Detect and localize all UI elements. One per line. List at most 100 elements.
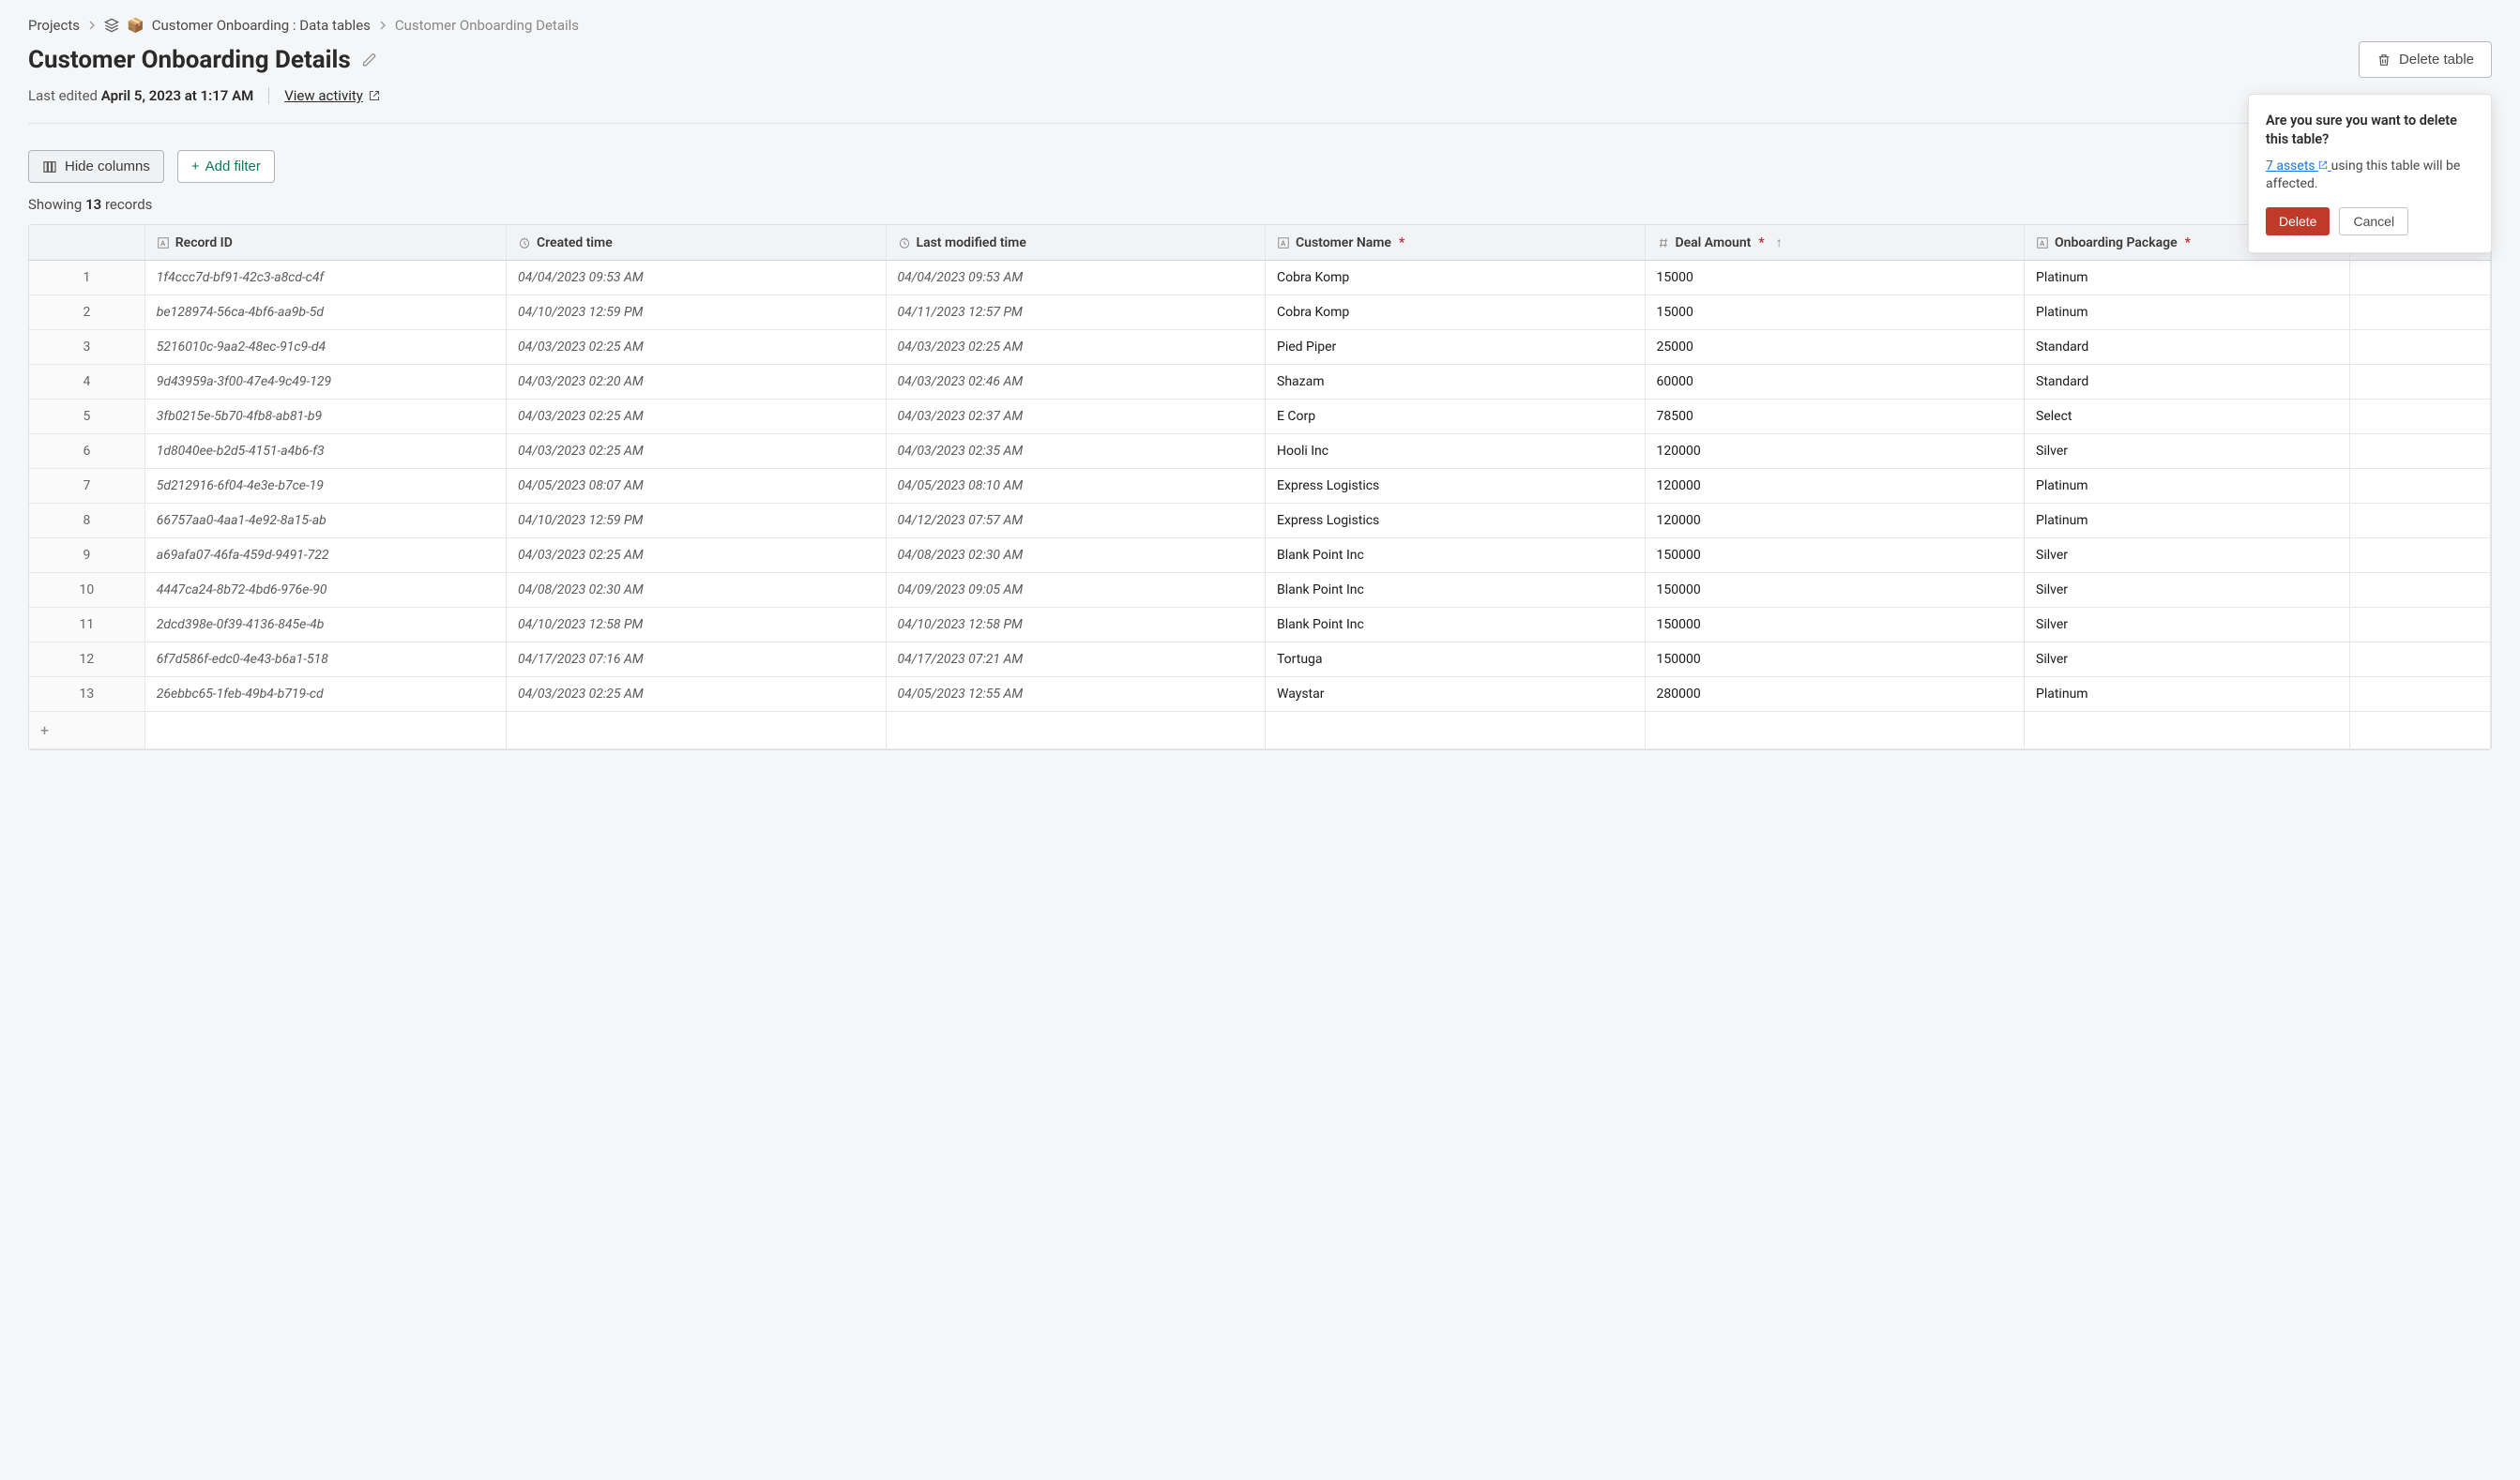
column-header-amount[interactable]: Deal Amount* ↑ (1645, 225, 2025, 261)
cell-customer[interactable]: Blank Point Inc (1266, 538, 1646, 573)
cell-created[interactable]: 04/03/2023 02:25 AM (507, 538, 887, 573)
cell-created[interactable]: 04/08/2023 02:30 AM (507, 573, 887, 608)
cell-customer[interactable]: Blank Point Inc (1266, 608, 1646, 642)
cell-created[interactable]: 04/03/2023 02:25 AM (507, 677, 887, 712)
cell-created[interactable]: 04/10/2023 12:59 PM (507, 504, 887, 538)
cell-record-id[interactable]: 5216010c-9aa2-48ec-91c9-d4 (144, 330, 506, 365)
cell-amount[interactable]: 120000 (1645, 504, 2025, 538)
cell-amount[interactable]: 150000 (1645, 608, 2025, 642)
cell-customer[interactable]: Cobra Komp (1266, 261, 1646, 295)
cell-amount[interactable]: 120000 (1645, 469, 2025, 504)
confirm-delete-button[interactable]: Delete (2266, 207, 2330, 235)
cell-customer[interactable]: Cobra Komp (1266, 295, 1646, 330)
cell-package[interactable]: Silver (2025, 573, 2350, 608)
cell-package[interactable]: Standard (2025, 365, 2350, 400)
cell-record-id[interactable]: 2dcd398e-0f39-4136-845e-4b (144, 608, 506, 642)
cell-customer[interactable]: Express Logistics (1266, 469, 1646, 504)
edit-icon[interactable] (362, 53, 377, 68)
table-row[interactable]: 53fb0215e-5b70-4fb8-ab81-b904/03/2023 02… (29, 400, 2491, 434)
hide-columns-button[interactable]: Hide columns (28, 150, 164, 183)
cell-package[interactable]: Silver (2025, 538, 2350, 573)
breadcrumb-projects[interactable]: Projects (28, 17, 80, 34)
cell-amount[interactable]: 15000 (1645, 295, 2025, 330)
column-header-customer[interactable]: A Customer Name* (1266, 225, 1646, 261)
column-header-record-id[interactable]: A Record ID (144, 225, 506, 261)
table-row[interactable]: 126f7d586f-edc0-4e43-b6a1-51804/17/2023 … (29, 642, 2491, 677)
table-row[interactable]: 112dcd398e-0f39-4136-845e-4b04/10/2023 1… (29, 608, 2491, 642)
cell-created[interactable]: 04/03/2023 02:25 AM (507, 400, 887, 434)
cell-package[interactable]: Silver (2025, 434, 2350, 469)
cell-modified[interactable]: 04/03/2023 02:35 AM (886, 434, 1266, 469)
cell-package[interactable]: Platinum (2025, 261, 2350, 295)
cell-record-id[interactable]: 5d212916-6f04-4e3e-b7ce-19 (144, 469, 506, 504)
table-row[interactable]: 1326ebbc65-1feb-49b4-b719-cd04/03/2023 0… (29, 677, 2491, 712)
cell-modified[interactable]: 04/03/2023 02:37 AM (886, 400, 1266, 434)
cell-modified[interactable]: 04/05/2023 12:55 AM (886, 677, 1266, 712)
cell-customer[interactable]: Express Logistics (1266, 504, 1646, 538)
table-row[interactable]: 2be128974-56ca-4bf6-aa9b-5d04/10/2023 12… (29, 295, 2491, 330)
cell-package[interactable]: Platinum (2025, 504, 2350, 538)
cancel-delete-button[interactable]: Cancel (2339, 207, 2408, 235)
table-row[interactable]: 49d43959a-3f00-47e4-9c49-12904/03/2023 0… (29, 365, 2491, 400)
cell-created[interactable]: 04/17/2023 07:16 AM (507, 642, 887, 677)
cell-modified[interactable]: 04/03/2023 02:46 AM (886, 365, 1266, 400)
table-row[interactable]: 9a69afa07-46fa-459d-9491-72204/03/2023 0… (29, 538, 2491, 573)
cell-customer[interactable]: Waystar (1266, 677, 1646, 712)
cell-customer[interactable]: Pied Piper (1266, 330, 1646, 365)
cell-created[interactable]: 04/03/2023 02:25 AM (507, 330, 887, 365)
cell-modified[interactable]: 04/05/2023 08:10 AM (886, 469, 1266, 504)
cell-record-id[interactable]: be128974-56ca-4bf6-aa9b-5d (144, 295, 506, 330)
view-activity-link[interactable]: View activity (284, 87, 380, 104)
cell-amount[interactable]: 150000 (1645, 573, 2025, 608)
cell-created[interactable]: 04/04/2023 09:53 AM (507, 261, 887, 295)
cell-created[interactable]: 04/03/2023 02:25 AM (507, 434, 887, 469)
affected-assets-link[interactable]: 7 assets (2266, 159, 2331, 174)
add-row[interactable]: + (29, 712, 2491, 749)
cell-modified[interactable]: 04/09/2023 09:05 AM (886, 573, 1266, 608)
cell-package[interactable]: Silver (2025, 642, 2350, 677)
table-row[interactable]: 75d212916-6f04-4e3e-b7ce-1904/05/2023 08… (29, 469, 2491, 504)
cell-amount[interactable]: 150000 (1645, 538, 2025, 573)
cell-amount[interactable]: 150000 (1645, 642, 2025, 677)
column-header-modified[interactable]: Last modified time (886, 225, 1266, 261)
cell-modified[interactable]: 04/12/2023 07:57 AM (886, 504, 1266, 538)
cell-amount[interactable]: 25000 (1645, 330, 2025, 365)
cell-record-id[interactable]: 26ebbc65-1feb-49b4-b719-cd (144, 677, 506, 712)
cell-package[interactable]: Silver (2025, 608, 2350, 642)
cell-modified[interactable]: 04/04/2023 09:53 AM (886, 261, 1266, 295)
cell-created[interactable]: 04/05/2023 08:07 AM (507, 469, 887, 504)
cell-customer[interactable]: Blank Point Inc (1266, 573, 1646, 608)
cell-amount[interactable]: 15000 (1645, 261, 2025, 295)
cell-customer[interactable]: E Corp (1266, 400, 1646, 434)
cell-modified[interactable]: 04/03/2023 02:25 AM (886, 330, 1266, 365)
column-header-created[interactable]: Created time (507, 225, 887, 261)
cell-customer[interactable]: Hooli Inc (1266, 434, 1646, 469)
table-row[interactable]: 104447ca24-8b72-4bd6-976e-9004/08/2023 0… (29, 573, 2491, 608)
cell-amount[interactable]: 120000 (1645, 434, 2025, 469)
cell-package[interactable]: Standard (2025, 330, 2350, 365)
cell-modified[interactable]: 04/11/2023 12:57 PM (886, 295, 1266, 330)
cell-modified[interactable]: 04/17/2023 07:21 AM (886, 642, 1266, 677)
cell-record-id[interactable]: 66757aa0-4aa1-4e92-8a15-ab (144, 504, 506, 538)
delete-table-button[interactable]: Delete table (2359, 41, 2492, 78)
cell-record-id[interactable]: 4447ca24-8b72-4bd6-976e-90 (144, 573, 506, 608)
add-filter-button[interactable]: + Add filter (177, 150, 275, 183)
cell-modified[interactable]: 04/08/2023 02:30 AM (886, 538, 1266, 573)
cell-package[interactable]: Platinum (2025, 295, 2350, 330)
cell-created[interactable]: 04/03/2023 02:20 AM (507, 365, 887, 400)
table-row[interactable]: 866757aa0-4aa1-4e92-8a15-ab04/10/2023 12… (29, 504, 2491, 538)
cell-record-id[interactable]: 1f4ccc7d-bf91-42c3-a8cd-c4f (144, 261, 506, 295)
table-row[interactable]: 11f4ccc7d-bf91-42c3-a8cd-c4f04/04/2023 0… (29, 261, 2491, 295)
cell-package[interactable]: Platinum (2025, 677, 2350, 712)
cell-amount[interactable]: 60000 (1645, 365, 2025, 400)
cell-created[interactable]: 04/10/2023 12:58 PM (507, 608, 887, 642)
cell-customer[interactable]: Tortuga (1266, 642, 1646, 677)
cell-package[interactable]: Platinum (2025, 469, 2350, 504)
cell-record-id[interactable]: 9d43959a-3f00-47e4-9c49-129 (144, 365, 506, 400)
breadcrumb-project[interactable]: Customer Onboarding : Data tables (152, 17, 371, 34)
cell-created[interactable]: 04/10/2023 12:59 PM (507, 295, 887, 330)
cell-customer[interactable]: Shazam (1266, 365, 1646, 400)
cell-record-id[interactable]: 1d8040ee-b2d5-4151-a4b6-f3 (144, 434, 506, 469)
cell-amount[interactable]: 280000 (1645, 677, 2025, 712)
cell-package[interactable]: Select (2025, 400, 2350, 434)
